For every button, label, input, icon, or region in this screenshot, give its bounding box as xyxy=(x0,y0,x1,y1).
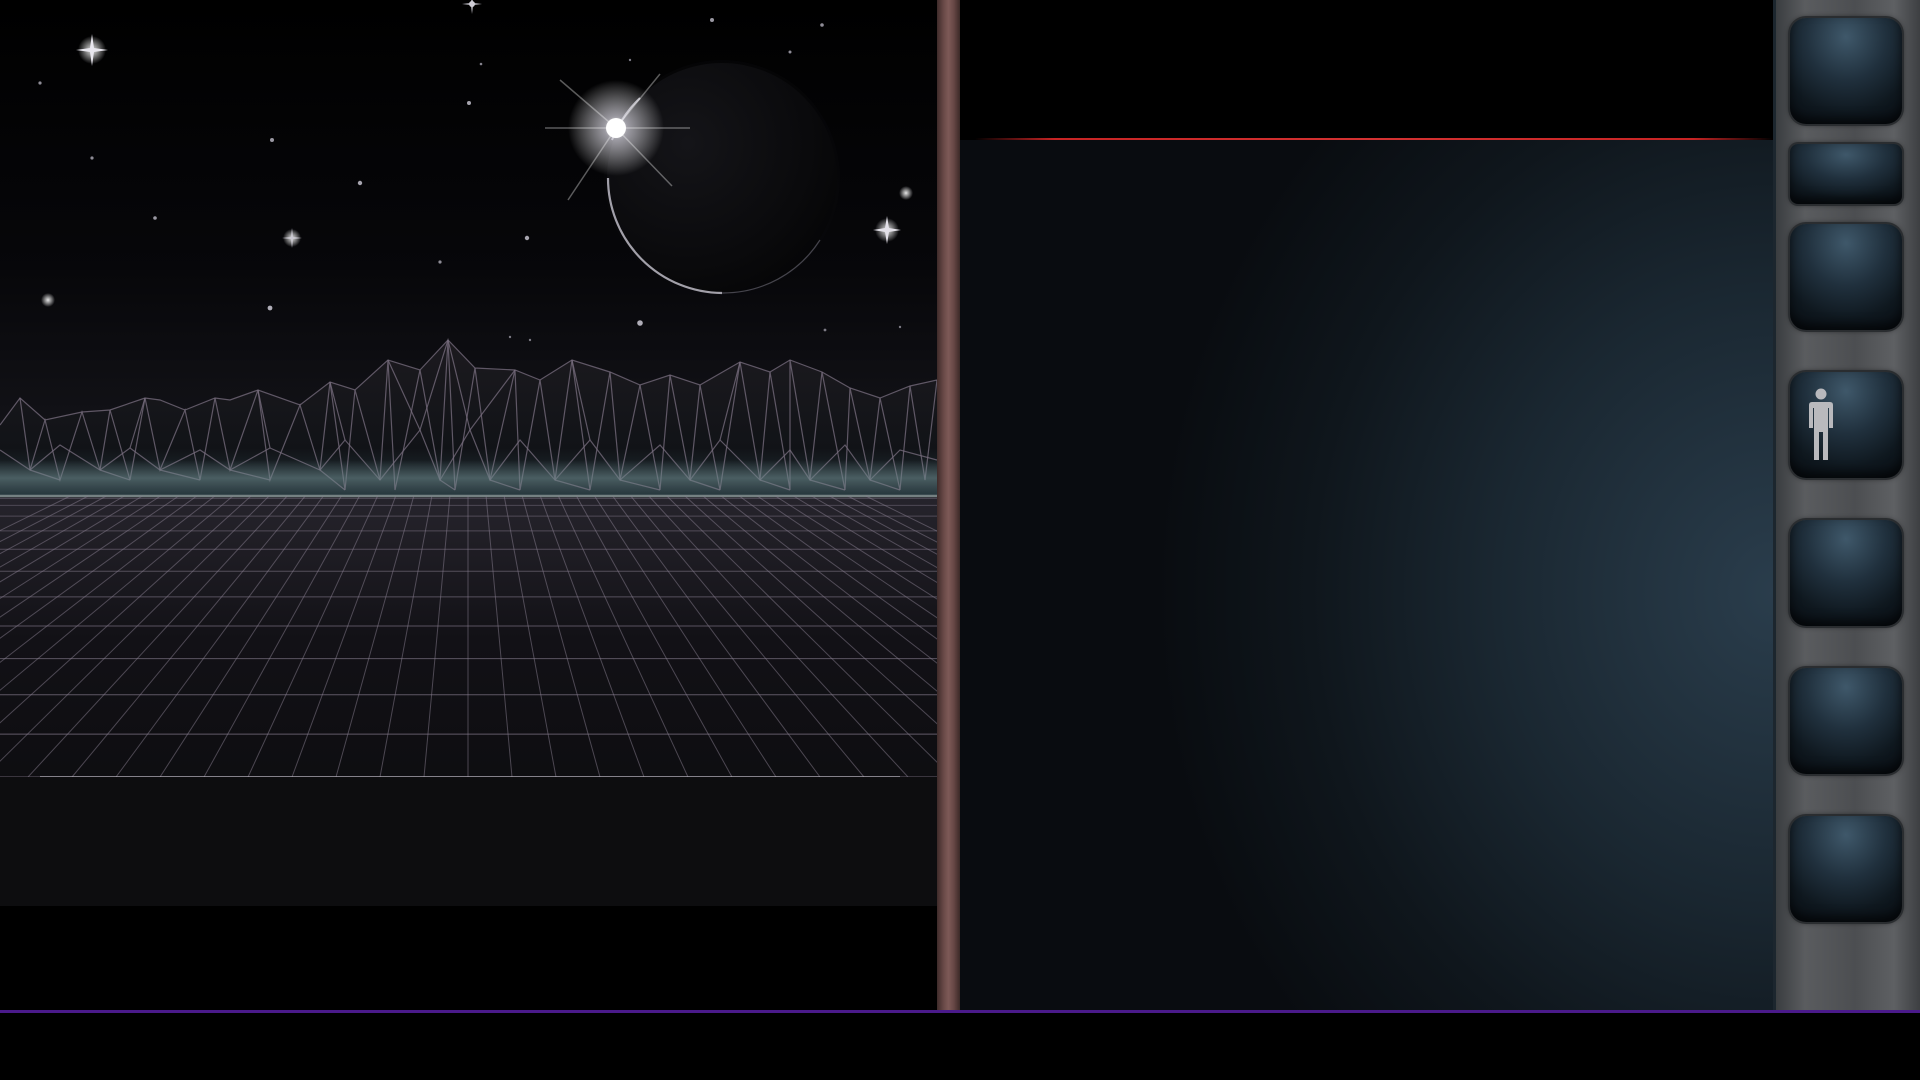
bottom-bar xyxy=(0,1010,1920,1080)
scene-artwork xyxy=(0,0,937,906)
sidebar-menu xyxy=(1776,0,1920,1010)
game-screen xyxy=(0,0,1920,1080)
sidebar-button-6[interactable] xyxy=(1790,668,1902,774)
info-panel[interactable] xyxy=(960,140,1775,1010)
sidebar-button-4[interactable] xyxy=(1790,372,1902,478)
sidebar-button-2[interactable] xyxy=(1790,144,1902,204)
vertical-divider xyxy=(937,0,960,1010)
sidebar-button-7[interactable] xyxy=(1790,816,1902,922)
synthwave-scene-viewport[interactable] xyxy=(0,0,937,906)
sidebar-button-1[interactable] xyxy=(1790,18,1902,124)
top-strip xyxy=(960,0,1775,138)
person-icon xyxy=(1809,388,1833,460)
sidebar-button-3[interactable] xyxy=(1790,224,1902,330)
purple-accent-line xyxy=(0,1010,1920,1013)
sidebar-button-5[interactable] xyxy=(1790,520,1902,626)
